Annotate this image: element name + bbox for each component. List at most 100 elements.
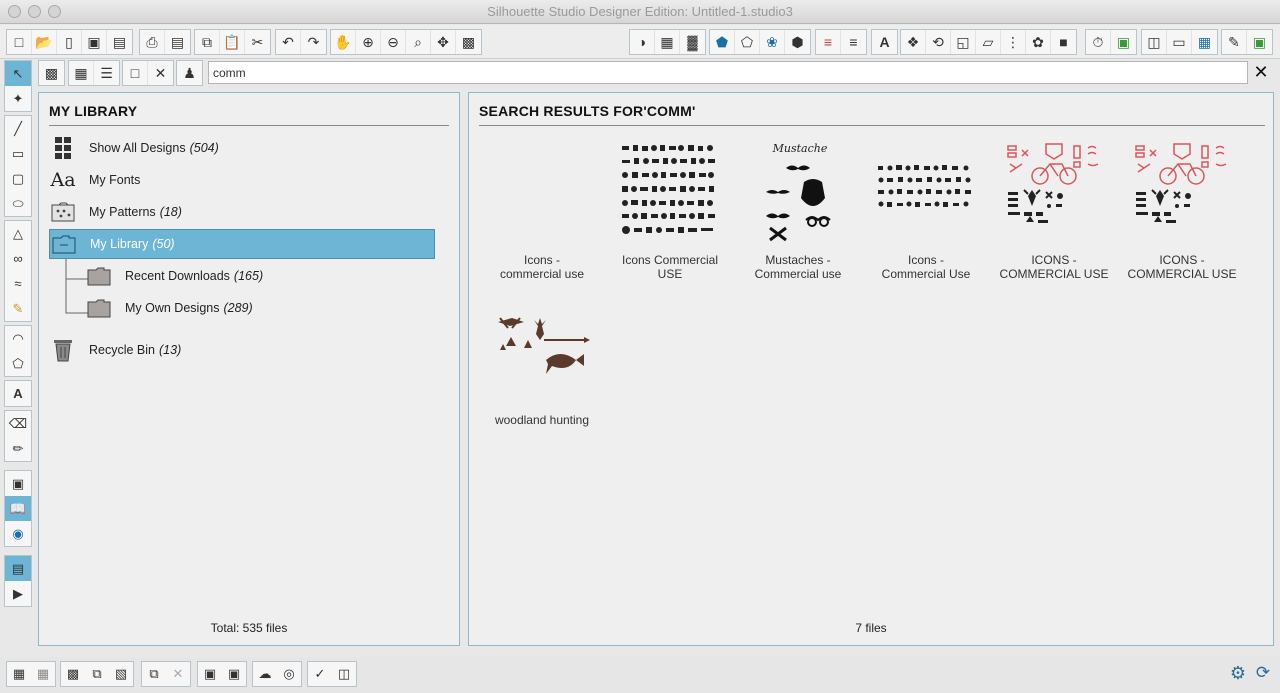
result-item[interactable]: Mustache Mustaches - Commercial use [736, 135, 860, 281]
send-icon[interactable]: ▤ [165, 30, 190, 54]
line-style-icon[interactable]: ≡ [816, 30, 841, 54]
delete-icon[interactable]: ✕ [148, 61, 173, 85]
drag-zoom-icon[interactable]: ✥ [431, 30, 456, 54]
new-file-icon[interactable]: □ [7, 30, 32, 54]
library-icon[interactable]: 📖 [5, 496, 31, 521]
pixscan-icon[interactable]: ▣ [1247, 30, 1272, 54]
print-icon[interactable]: ⎙ [140, 30, 165, 54]
release-compound-icon[interactable]: ⧉ [85, 662, 109, 686]
group-icon[interactable]: ▦ [7, 662, 31, 686]
save-library-icon[interactable]: ▤ [107, 30, 132, 54]
library-item-show-all[interactable]: Show All Designs (504) [49, 133, 219, 163]
rounded-rectangle-tool-icon[interactable]: ▢ [5, 166, 31, 191]
play-icon[interactable]: ▶ [5, 581, 31, 606]
pan-icon[interactable]: ✋ [331, 30, 356, 54]
trace-icon[interactable]: ▣ [1111, 30, 1136, 54]
align-icon[interactable]: ❖ [901, 30, 926, 54]
settings-gear-icon[interactable]: ⚙ [1228, 663, 1248, 685]
open-library-icon[interactable]: ▯ [57, 30, 82, 54]
delete-icon[interactable]: ✕ [166, 662, 190, 686]
library-heading: MY LIBRARY [49, 103, 138, 119]
gradient-icon[interactable]: ❀ [760, 30, 785, 54]
clear-search-icon[interactable]: ✕ [1250, 60, 1272, 84]
grid-view-icon[interactable]: ▦ [69, 61, 94, 85]
result-item[interactable]: Icons - commercial use [480, 135, 604, 281]
fill-pattern-icon[interactable]: ⬢ [785, 30, 810, 54]
result-item[interactable]: Icons - Commercial Use [864, 135, 988, 281]
sketch-icon[interactable]: ✎ [1222, 30, 1247, 54]
line-tool-icon[interactable]: ✓ [308, 662, 332, 686]
zoom-in-icon[interactable]: ⊕ [356, 30, 381, 54]
page-setup-icon[interactable]: ◑ [630, 30, 655, 54]
list-view-icon[interactable]: ☰ [94, 61, 119, 85]
regular-polygon-icon[interactable]: ⬠ [5, 351, 31, 376]
ellipse-tool-icon[interactable]: ⬭ [5, 191, 31, 216]
fill-color-icon[interactable]: ⬟ [710, 30, 735, 54]
show-panel-icon[interactable]: ▤ [5, 556, 31, 581]
user-icon[interactable]: ♟ [177, 61, 202, 85]
line-tool-icon[interactable]: ╱ [5, 116, 31, 141]
library-view-icon[interactable]: ▩ [39, 61, 64, 85]
online-store-icon[interactable]: ◉ [5, 521, 31, 546]
redo-icon[interactable]: ↷ [301, 30, 326, 54]
result-item[interactable]: Icons Commercial USE [608, 135, 732, 281]
design-page-icon[interactable]: ▣ [5, 471, 31, 496]
polygon-tool-icon[interactable]: △ [5, 221, 31, 246]
zoom-select-icon[interactable]: ⌕ [406, 30, 431, 54]
fill-shape-icon[interactable]: ◫ [332, 662, 356, 686]
line-weight-icon[interactable]: ≡ [841, 30, 866, 54]
open-file-icon[interactable]: 📂 [32, 30, 57, 54]
freehand-tool-icon[interactable]: ≈ [5, 271, 31, 296]
arc-tool-icon[interactable]: ◠ [5, 326, 31, 351]
result-item[interactable]: ICONS - COMMERCIAL USE [1120, 135, 1244, 281]
offset-icon[interactable]: ⏱ [1086, 30, 1111, 54]
curve-tool-icon[interactable]: ∞ [5, 246, 31, 271]
copy-icon[interactable]: ⧉ [195, 30, 220, 54]
send-to-back-icon[interactable]: ▣ [222, 662, 246, 686]
weld-shapes-icon[interactable]: ☁ [253, 662, 277, 686]
design-store-icon[interactable]: ▦ [1192, 30, 1217, 54]
make-compound-icon[interactable]: ▩ [61, 662, 85, 686]
smooth-freehand-icon[interactable]: ✎ [5, 296, 31, 321]
edit-points-icon[interactable]: ✦ [5, 86, 31, 111]
knife-tool-icon[interactable]: ✏ [5, 436, 31, 461]
new-folder-icon[interactable]: □ [123, 61, 148, 85]
offset-shape-icon[interactable]: ◎ [277, 662, 301, 686]
eraser-tool-icon[interactable]: ⌫ [5, 411, 31, 436]
weld-icon[interactable]: ▧ [109, 662, 133, 686]
text-tool-icon[interactable]: A [5, 381, 31, 406]
result-item[interactable]: ICONS - COMMERCIAL USE [992, 135, 1116, 281]
undo-icon[interactable]: ↶ [276, 30, 301, 54]
library-item-recycle-bin[interactable]: Recycle Bin (13) [49, 335, 181, 365]
rectangle-tool-icon[interactable]: ▭ [5, 141, 31, 166]
result-item[interactable]: woodland hunting [480, 295, 604, 427]
library-item-my-own-designs[interactable]: My Own Designs (289) [85, 293, 253, 323]
scale-icon[interactable]: ◱ [951, 30, 976, 54]
paste-icon[interactable]: 📋 [220, 30, 245, 54]
shear-icon[interactable]: ▱ [976, 30, 1001, 54]
rotate-icon[interactable]: ⟲ [926, 30, 951, 54]
nesting-icon[interactable]: ■ [1051, 30, 1076, 54]
search-input[interactable] [208, 61, 1248, 84]
zoom-out-icon[interactable]: ⊖ [381, 30, 406, 54]
text-style-icon[interactable]: A [872, 30, 897, 54]
fit-page-icon[interactable]: ▩ [456, 30, 481, 54]
duplicate-icon[interactable]: ⧉ [142, 662, 166, 686]
line-color-icon[interactable]: ⬠ [735, 30, 760, 54]
move-icon[interactable]: ⋮ [1001, 30, 1026, 54]
replicate-icon[interactable]: ✿ [1026, 30, 1051, 54]
cut-icon[interactable]: ✂ [245, 30, 270, 54]
ungroup-icon[interactable]: ▦ [31, 662, 55, 686]
cut-settings-icon[interactable]: ▭ [1167, 30, 1192, 54]
send-to-cutter-icon[interactable]: ◫ [1142, 30, 1167, 54]
bring-to-front-icon[interactable]: ▣ [198, 662, 222, 686]
select-tool-icon[interactable]: ↖ [5, 61, 31, 86]
library-item-my-library[interactable]: My Library (50) [49, 229, 435, 259]
registration-icon[interactable]: ▓ [680, 30, 705, 54]
library-item-recent-downloads[interactable]: Recent Downloads (165) [85, 261, 263, 291]
save-icon[interactable]: ▣ [82, 30, 107, 54]
grid-setup-icon[interactable]: ▦ [655, 30, 680, 54]
library-item-patterns[interactable]: My Patterns (18) [49, 197, 182, 227]
refresh-icon[interactable]: ⟳ [1252, 663, 1274, 685]
library-item-fonts[interactable]: Aa My Fonts [49, 165, 140, 195]
